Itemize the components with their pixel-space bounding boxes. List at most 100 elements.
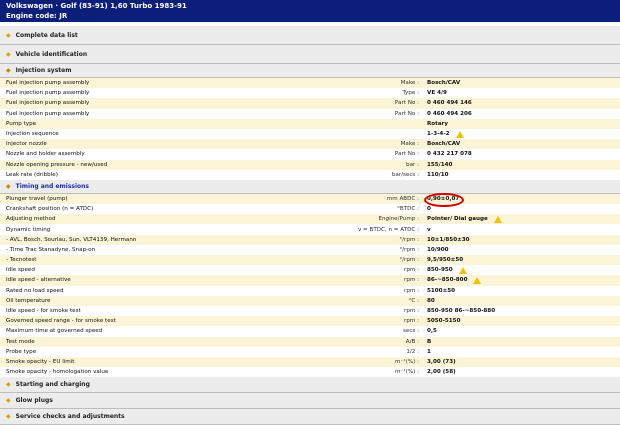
- table-row: Oil temperature °C : 80: [0, 295, 620, 306]
- section-label: Starting and charging: [15, 381, 90, 389]
- warning-triangle-icon[interactable]: [473, 276, 482, 284]
- diamond-icon: ◆: [6, 67, 11, 74]
- row-unit: Make :: [400, 80, 419, 87]
- section-glow-plugs[interactable]: ◆ Glow plugs: [0, 393, 620, 410]
- value-text: 1: [427, 348, 431, 355]
- table-row: Smoke opacity - homologation value m⁻¹(%)…: [0, 367, 620, 378]
- table-row: Nozzle opening pressure - new/used bar : 1…: [0, 159, 620, 170]
- table-row: Smoke opacity - EU limit m⁻¹(%) : 3,00 (73…: [0, 356, 620, 368]
- warning-triangle-icon[interactable]: [455, 130, 464, 138]
- row-label: Idle speed - alternative: [6, 277, 71, 284]
- row-unit: rpm :: [404, 318, 419, 325]
- row-unit: rpm :: [404, 308, 419, 315]
- table-row: Leak rate (dribble) bar/secs : 110/10: [0, 169, 620, 180]
- value-text: 5100±50: [427, 287, 456, 294]
- section-timing-and-emissions[interactable]: ◆ Timing and emissions: [0, 179, 620, 194]
- row-label: Nozzle and holder assembly: [6, 151, 85, 158]
- section-injection-system[interactable]: ◆ Injection system: [0, 64, 620, 78]
- row-value: Rotary: [423, 121, 620, 127]
- section-service-checks[interactable]: ◆ Service checks and adjustments: [0, 409, 620, 425]
- value-text: 10±1/850±30: [427, 236, 470, 243]
- table-row: Rated no load speed rpm : 5100±50: [0, 285, 620, 296]
- row-value: VE 4/9: [423, 90, 620, 96]
- row-value: 0,5: [423, 328, 620, 334]
- diamond-icon: ◆: [6, 50, 11, 58]
- table-row: Idle speed - for smoke test rpm : 850-950 …: [0, 305, 620, 317]
- value-text: 10/900: [427, 246, 449, 253]
- value-text: 1-3-4-2: [427, 131, 450, 138]
- row-unit: bar/secs :: [391, 171, 419, 178]
- diamond-icon: ◆: [6, 31, 11, 39]
- table-row: Injector nozzle Make : Bosch/CAV: [0, 139, 620, 150]
- table-row: - AVL, Bosch, Sourlau, Sun, VLT4139, Her…: [0, 234, 620, 245]
- highlight-ellipse: [424, 193, 464, 207]
- row-value: 110/10: [423, 172, 620, 178]
- vehicle-title: Volkswagen · Golf (83-91) 1,60 Turbo 198…: [6, 2, 187, 10]
- row-value: 10±1/850±30: [423, 237, 620, 243]
- row-unit: °C :: [408, 297, 419, 304]
- table-row: Adjusting method Engine/Pump : Pointer/ Di…: [0, 214, 620, 225]
- row-label: Pump type: [6, 120, 37, 127]
- value-text: 5050-5150: [427, 318, 461, 325]
- row-unit: rpm :: [404, 287, 419, 294]
- section-label: Timing and emissions: [15, 182, 89, 190]
- row-value: Bosch/CAV: [423, 141, 620, 147]
- warning-triangle-icon[interactable]: [458, 266, 467, 274]
- section-starting-and-charging[interactable]: ◆ Starting and charging: [0, 377, 620, 394]
- row-unit: rpm :: [404, 267, 419, 274]
- table-row: Crankshaft position (n = ATDC) °BTDC : 0: [0, 204, 620, 215]
- row-unit: m⁻¹(%) :: [395, 369, 419, 376]
- row-value: 850-950 86-~850-880: [423, 308, 620, 314]
- row-label: Injection sequence: [6, 131, 59, 138]
- table-row: Plunger travel (pump) mm ABDC :0,90±0,07: [0, 193, 620, 205]
- value-text: 0 460 494 206: [427, 110, 472, 117]
- row-value: B: [423, 339, 620, 345]
- table-row: - Tecnotest °/rpm : 9,5/950±50: [0, 255, 620, 266]
- row-label: Plunger travel (pump): [6, 195, 68, 202]
- row-value: 86-~850-800: [423, 276, 620, 284]
- row-unit: Type :: [402, 90, 419, 97]
- diamond-icon: ◆: [6, 182, 11, 190]
- row-unit: 1/2 :: [406, 348, 419, 355]
- row-value: 5050-5150: [423, 318, 620, 324]
- row-unit: °/rpm :: [399, 246, 419, 253]
- diamond-icon: ◆: [6, 381, 11, 389]
- value-text: 9,5/950±50: [427, 257, 464, 264]
- section-complete-data-list[interactable]: ◆ Complete data list: [0, 26, 620, 45]
- table-row: Probe type 1/2 : 1: [0, 346, 620, 357]
- timing-table: Plunger travel (pump) mm ABDC :0,90±0,07 …: [0, 193, 620, 378]
- warning-triangle-icon[interactable]: [493, 215, 502, 223]
- title-bar: Volkswagen · Golf (83-91) 1,60 Turbo 198…: [0, 0, 620, 22]
- row-label: Idle speed: [6, 267, 35, 274]
- row-label: Fuel injection pump assembly: [6, 90, 90, 97]
- row-value: Bosch/CAV: [423, 80, 620, 86]
- section-vehicle-identification[interactable]: ◆ Vehicle identification: [0, 45, 620, 64]
- value-text: 86-~850-800: [427, 277, 468, 284]
- row-unit: Part No :: [394, 100, 419, 107]
- row-value: 850-950: [423, 266, 620, 274]
- value-text: 850-950: [427, 267, 453, 274]
- row-label: Probe type: [6, 348, 37, 355]
- value-text: 110/10: [427, 171, 449, 178]
- value-text: Rotary: [427, 120, 449, 127]
- injection-table: Fuel injection pump assembly Make : Bosch/…: [0, 78, 620, 180]
- row-value: 1: [423, 349, 620, 355]
- row-label: Injector nozzle: [6, 141, 47, 148]
- value-text: 0 460 494 146: [427, 100, 472, 107]
- row-value: 10/900: [423, 247, 620, 253]
- section-label: Complete data list: [15, 31, 78, 39]
- row-value: 0 460 494 206: [423, 111, 620, 117]
- table-row: Idle speed - alternative rpm : 86-~850-800: [0, 275, 620, 286]
- table-row: Pump type Rotary: [0, 118, 620, 129]
- row-label: Governed speed range - for smoke test: [6, 318, 116, 325]
- table-row: - Time Trac Stanadyne, Snap-on °/rpm : 10/…: [0, 244, 620, 255]
- diamond-icon: ◆: [6, 413, 11, 421]
- row-unit: bar :: [406, 161, 419, 168]
- row-label: Idle speed - for smoke test: [6, 308, 81, 315]
- value-text: v: [427, 226, 431, 233]
- row-value: v: [423, 227, 620, 233]
- diamond-icon: ◆: [6, 397, 11, 405]
- row-unit: v = BTDC, n = ATDC :: [357, 226, 419, 233]
- row-value: 0: [423, 206, 620, 212]
- row-label: Nozzle opening pressure - new/used: [6, 161, 108, 168]
